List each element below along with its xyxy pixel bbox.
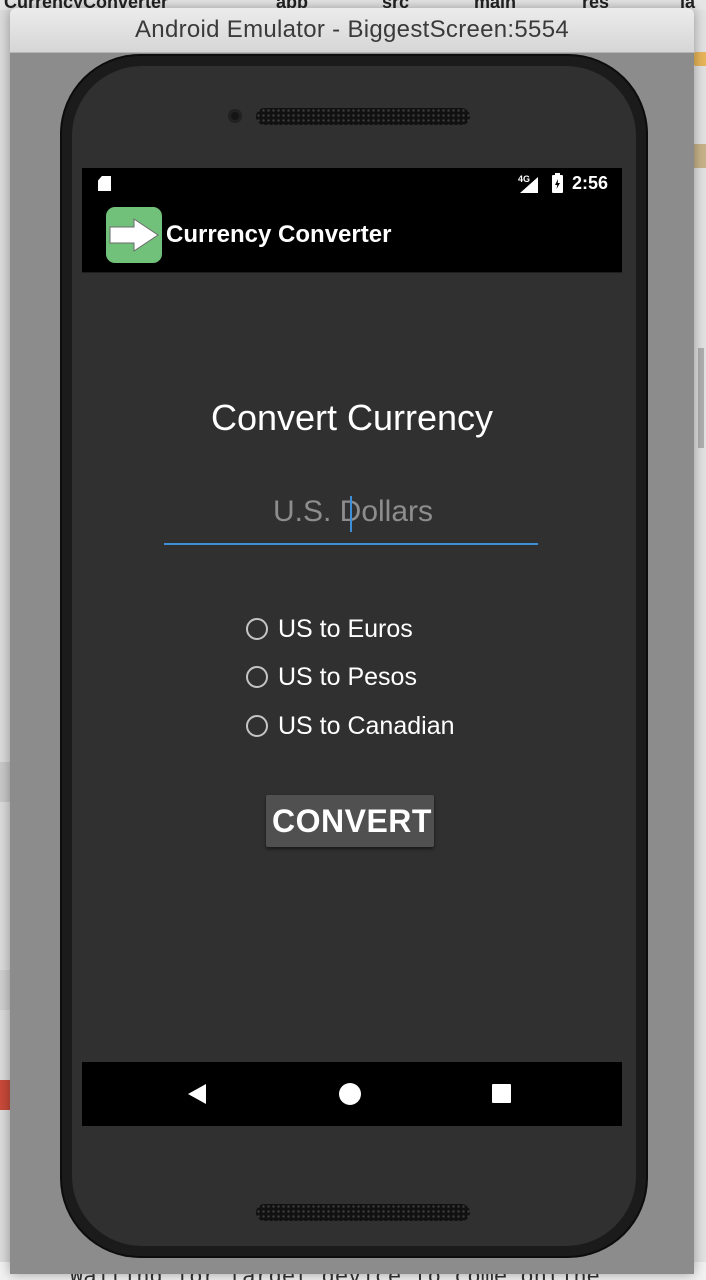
radio-label: US to Euros — [278, 614, 413, 643]
radio-us-to-euros[interactable]: US to Euros — [246, 609, 413, 649]
sd-card-icon — [98, 176, 111, 191]
home-icon[interactable] — [339, 1083, 361, 1105]
ide-folder-icon — [694, 144, 706, 168]
arrow-right-icon — [109, 218, 159, 252]
radio-button-icon[interactable] — [246, 618, 268, 640]
radio-us-to-canadian[interactable]: US to Canadian — [246, 706, 455, 746]
radio-label: US to Canadian — [278, 711, 455, 740]
ide-right-panel — [694, 10, 706, 1280]
ide-scrollbar[interactable] — [698, 348, 704, 448]
app-title: Currency Converter — [166, 221, 392, 248]
ide-file-icon — [694, 52, 706, 66]
radio-button-icon[interactable] — [246, 666, 268, 688]
ide-error-marker — [0, 1080, 10, 1110]
emulator-window: Android Emulator - BiggestScreen:5554 4G… — [10, 8, 694, 1274]
front-camera — [228, 109, 242, 123]
bottom-speaker-grille — [256, 1204, 470, 1221]
status-clock: 2:56 — [572, 173, 609, 193]
page-title: Convert Currency — [210, 397, 494, 438]
status-bar: 4G 2:56 — [82, 168, 622, 200]
radio-us-to-pesos[interactable]: US to Pesos — [246, 657, 417, 697]
app-bar: Currency Converter — [82, 200, 622, 273]
radio-label: US to Pesos — [278, 662, 417, 691]
convert-button[interactable]: CONVERT — [266, 795, 434, 847]
battery-charging-icon — [552, 173, 563, 193]
ide-left-panel — [0, 10, 10, 1280]
ide-panel-band — [0, 970, 10, 1010]
back-icon[interactable] — [188, 1084, 206, 1104]
ide-panel-band — [0, 762, 10, 802]
top-speaker-grille — [256, 108, 470, 125]
amount-field-container — [164, 483, 542, 545]
network-type-label: 4G — [518, 174, 531, 184]
converter-form: Convert Currency US to Euros US to Pesos… — [82, 273, 622, 1060]
navigation-bar — [82, 1062, 622, 1126]
app-logo — [106, 207, 162, 263]
text-cursor — [350, 496, 352, 532]
window-title: Android Emulator - BiggestScreen:5554 — [134, 16, 569, 43]
radio-button-icon[interactable] — [246, 715, 268, 737]
device-screen: 4G 2:56 Currency Converter Convert Curre… — [82, 168, 622, 1126]
window-titlebar[interactable]: Android Emulator - BiggestScreen:5554 — [10, 8, 694, 53]
recents-icon[interactable] — [492, 1084, 511, 1103]
usd-amount-input[interactable] — [164, 483, 542, 541]
